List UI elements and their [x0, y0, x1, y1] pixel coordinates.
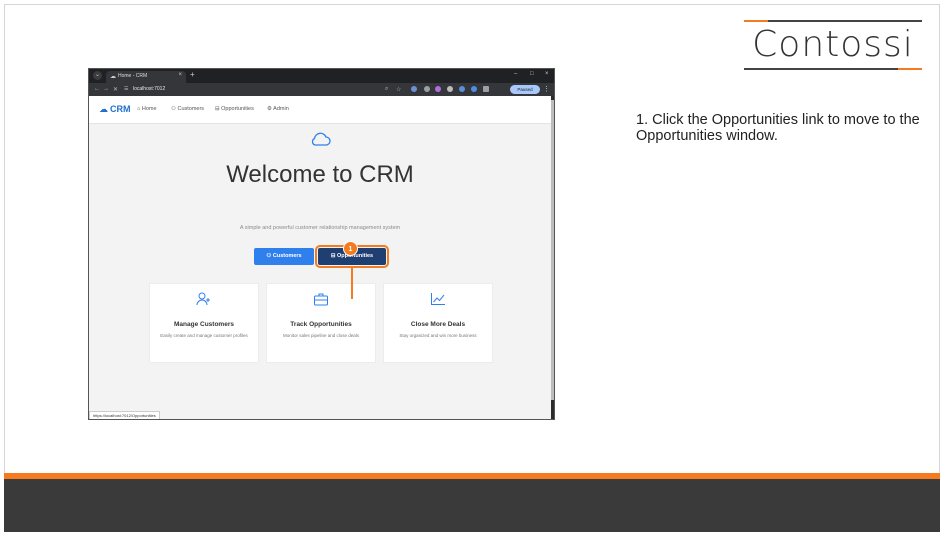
extension-icon[interactable] [471, 86, 477, 92]
people-icon: ⚇ [266, 253, 272, 259]
logo-text: Contossi [752, 24, 914, 65]
tab-bar: ⌄ ☁ Home - CRM × + – □ × [89, 69, 554, 83]
crm-favicon-icon: ☁ [110, 74, 116, 80]
card-desc: Stay organized and win more business [399, 333, 477, 338]
gear-icon: ⚙ [267, 106, 272, 112]
page-scrollbar[interactable] [551, 96, 554, 419]
back-icon[interactable]: ← [94, 86, 100, 92]
scrollbar-thumb[interactable] [551, 100, 554, 400]
app-navbar: ☁ CRM ⌂ Home ⚇ Customers ⊟ Opportunities … [89, 96, 551, 124]
hero-cloud-icon [89, 131, 551, 152]
step-callout-badge: 1 [343, 241, 358, 256]
browser-screenshot: ⌄ ☁ Home - CRM × + – □ × ← → ✕ ☰ localho… [88, 68, 555, 420]
profile-paused-button[interactable]: Paused [510, 85, 540, 94]
hero-subtitle: A simple and powerful customer relations… [239, 225, 401, 231]
forward-icon[interactable]: → [103, 86, 109, 92]
briefcase-icon: ⊟ [215, 106, 220, 112]
extensions-puzzle-icon[interactable] [483, 86, 489, 92]
crm-page: ☁ CRM ⌂ Home ⚇ Customers ⊟ Opportunities … [89, 96, 551, 419]
hero-title: Welcome to CRM [226, 161, 414, 188]
bookmark-star-icon[interactable]: ☆ [396, 86, 401, 93]
briefcase-icon [267, 292, 375, 311]
browser-tab[interactable]: ☁ Home - CRM × [106, 71, 186, 83]
footer-bar [4, 479, 940, 532]
stop-icon[interactable]: ✕ [113, 86, 118, 93]
nav-home-link[interactable]: ⌂ Home [137, 106, 157, 112]
extension-icon[interactable] [411, 86, 417, 92]
cloud-icon: ☁ [99, 104, 108, 114]
card-track-opportunities: Track Opportunities Monitor sales pipeli… [266, 283, 376, 363]
briefcase-icon: ⊟ [330, 253, 336, 259]
callout-line [351, 267, 353, 299]
card-title: Close More Deals [410, 321, 466, 328]
zoom-icon[interactable]: ⌕ [385, 86, 388, 93]
customers-button[interactable]: ⚇ Customers [254, 248, 314, 265]
card-desc: Easily create and manage customer profil… [160, 333, 248, 338]
url-text[interactable]: localhost:7012 [133, 86, 165, 92]
link-status-bar: https://localhost:7012/Opportunities [89, 411, 160, 419]
browser-menu-icon[interactable]: ⋮ [543, 85, 550, 93]
nav-opportunities-link[interactable]: ⊟ Opportunities [215, 106, 254, 112]
tab-close-icon[interactable]: × [178, 72, 182, 78]
card-manage-customers: Manage Customers Easily create and manag… [149, 283, 259, 363]
extension-icon[interactable] [459, 86, 465, 92]
contossi-logo: Contossi [744, 20, 922, 70]
home-icon: ⌂ [137, 106, 141, 112]
instruction-text: 1. Click the Opportunities link to move … [636, 112, 920, 144]
tab-title: Home - CRM [118, 73, 148, 79]
add-person-icon [150, 292, 258, 311]
card-title: Track Opportunities [290, 321, 352, 328]
maximize-icon[interactable]: □ [530, 71, 534, 77]
nav-admin-link[interactable]: ⚙ Admin [267, 106, 289, 112]
minimize-icon[interactable]: – [514, 71, 517, 77]
new-tab-icon[interactable]: + [190, 70, 195, 79]
card-title: Manage Customers [174, 321, 234, 328]
people-icon: ⚇ [171, 106, 176, 112]
address-bar: ← → ✕ ☰ localhost:7012 ⌕ ☆ Paused ⋮ [89, 83, 554, 96]
extension-icon[interactable] [447, 86, 453, 92]
close-window-icon[interactable]: × [545, 71, 549, 77]
card-desc: Monitor sales pipeline and close deals [282, 333, 360, 338]
line-chart-icon [384, 292, 492, 311]
card-close-more-deals: Close More Deals Stay organized and win … [383, 283, 493, 363]
extension-icon[interactable] [435, 86, 441, 92]
nav-customers-link[interactable]: ⚇ Customers [171, 106, 204, 112]
tab-search-icon[interactable]: ⌄ [93, 71, 102, 80]
site-info-icon[interactable]: ☰ [124, 86, 128, 92]
extension-icon[interactable] [424, 86, 430, 92]
crm-brand-link[interactable]: ☁ CRM [99, 104, 131, 115]
